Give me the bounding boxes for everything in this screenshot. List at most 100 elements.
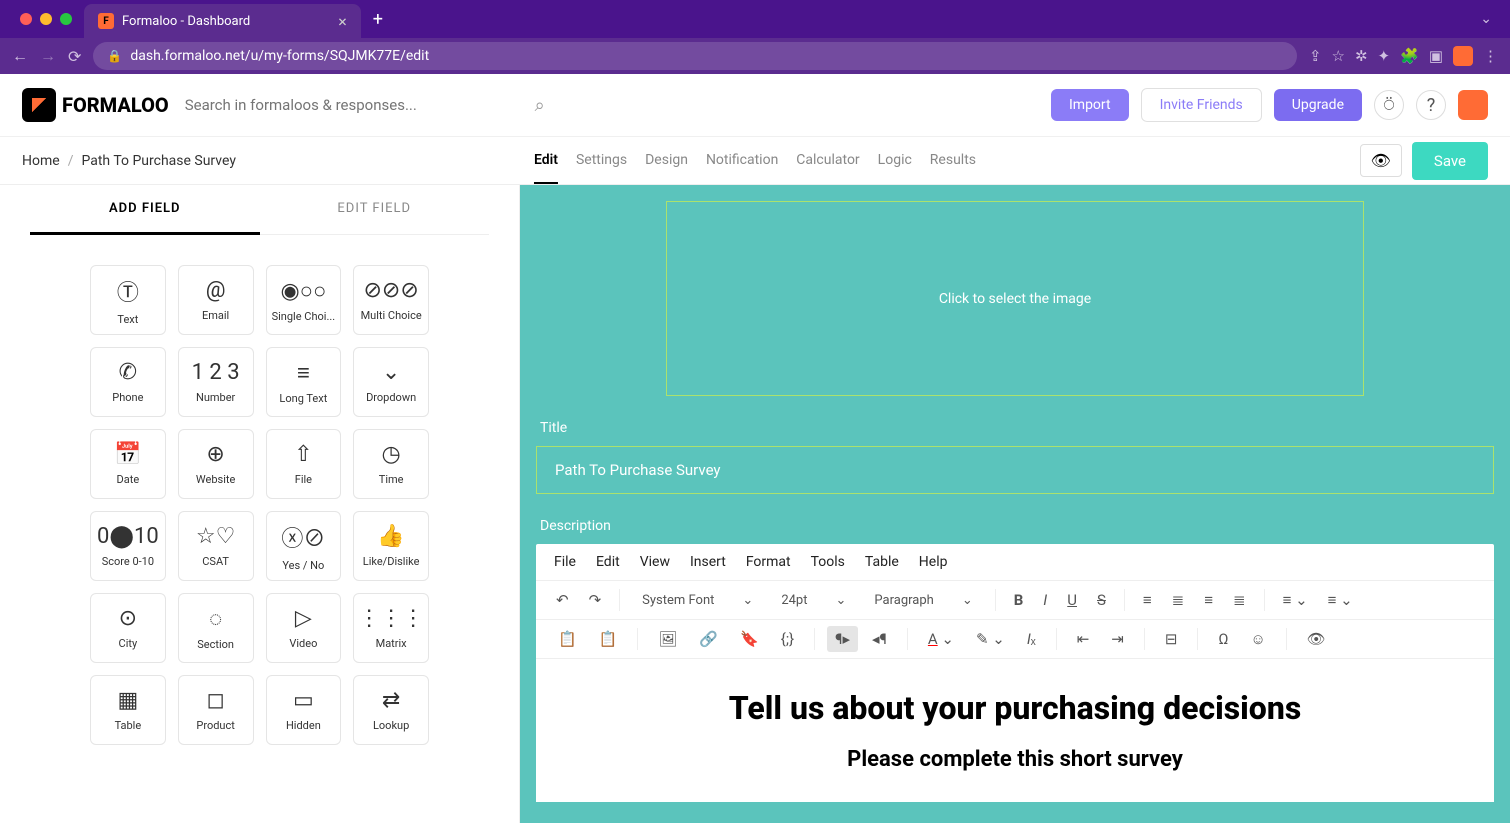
clear-format-icon[interactable]: Iₓ [1019,626,1044,652]
menu-tools[interactable]: Tools [811,554,845,570]
align-center-icon[interactable]: ≣ [1166,587,1191,613]
align-justify-icon[interactable]: ≣ [1227,587,1252,613]
ordered-list-icon[interactable]: ≡ ⌄ [1277,587,1314,613]
field-card-hidden[interactable]: ▭Hidden [266,675,342,745]
invite-button[interactable]: Invite Friends [1141,88,1262,122]
redo-icon[interactable]: ↷ [583,587,608,613]
undo-icon[interactable]: ↶ [550,587,575,613]
align-left-icon[interactable]: ≡ [1137,587,1158,613]
menu-help[interactable]: Help [919,554,948,570]
menu-file[interactable]: File [554,554,576,570]
new-tab-button[interactable]: + [361,9,395,30]
field-card-like-dislike[interactable]: 👍Like/Dislike [353,511,429,581]
window-close-icon[interactable] [20,13,32,25]
field-card-date[interactable]: 📅Date [90,429,166,499]
import-button[interactable]: Import [1051,89,1129,121]
field-card-file[interactable]: ⇧File [266,429,342,499]
avatar[interactable] [1458,90,1488,120]
field-card-long-text[interactable]: ≡Long Text [266,347,342,417]
pagebreak-icon[interactable]: ⊟ [1157,626,1186,652]
field-card-section[interactable]: ◌Section [178,593,254,663]
field-card-number[interactable]: 1 2 3Number [178,347,254,417]
field-card-phone[interactable]: ✆Phone [90,347,166,417]
paste-text-icon[interactable]: 📋 [591,626,626,652]
italic-icon[interactable]: I [1037,587,1053,613]
logo[interactable]: FORMALOO [22,88,169,122]
menu-edit[interactable]: Edit [596,554,620,570]
size-select[interactable]: 24pt⌄ [771,589,856,612]
share-icon[interactable]: ⇪ [1309,47,1322,65]
rtl-icon[interactable]: ◂¶ [864,626,895,652]
field-card-city[interactable]: ⊙City [90,593,166,663]
bookmark-icon[interactable]: 🔖 [732,626,767,652]
field-card-yes-no[interactable]: ⓧ⊘Yes / No [266,511,342,581]
menu-format[interactable]: Format [746,554,791,570]
image-icon[interactable]: 🖼 [650,626,685,652]
loading-icon[interactable]: ✲ [1355,47,1368,65]
field-card-lookup[interactable]: ⇄Lookup [353,675,429,745]
field-card-time[interactable]: ◷Time [353,429,429,499]
link-icon[interactable]: 🔗 [691,626,726,652]
field-card-dropdown[interactable]: ⌄Dropdown [353,347,429,417]
window-minimize-icon[interactable] [40,13,52,25]
tab-edit[interactable]: Edit [534,138,558,184]
editor-content[interactable]: Tell us about your purchasing decisions … [536,659,1494,802]
upgrade-button[interactable]: Upgrade [1274,89,1362,121]
field-card-text[interactable]: ⓉText [90,265,166,335]
menu-view[interactable]: View [640,554,670,570]
bullet-list-icon[interactable]: ≡ ⌄ [1322,587,1359,613]
preview-icon[interactable]: 👁 [1299,626,1334,652]
outdent-icon[interactable]: ⇤ [1069,626,1098,652]
tab-results[interactable]: Results [930,138,976,184]
field-card-matrix[interactable]: ⋮⋮⋮Matrix [353,593,429,663]
tab-calculator[interactable]: Calculator [796,138,859,184]
reload-button[interactable]: ⟳ [68,47,81,66]
image-dropzone[interactable]: Click to select the image [666,201,1364,396]
omega-icon[interactable]: Ω [1210,626,1236,652]
forward-button[interactable]: → [40,46,56,66]
menu-insert[interactable]: Insert [690,554,726,570]
highlight-icon[interactable]: ✎ ⌄ [968,626,1013,652]
tab-logic[interactable]: Logic [878,138,912,184]
text-color-icon[interactable]: A ⌄ [920,626,962,652]
style-select[interactable]: Paragraph⌄ [864,589,982,612]
user-icon[interactable]: ⍥ [1374,90,1404,120]
field-card-product[interactable]: ◻Product [178,675,254,745]
title-input[interactable] [536,446,1494,494]
field-card-multi-choice[interactable]: ⊘⊘⊘Multi Choice [353,265,429,335]
browser-tab[interactable]: F Formaloo - Dashboard × [84,4,361,38]
field-card-email[interactable]: @Email [178,265,254,335]
save-button[interactable]: Save [1412,142,1488,180]
menu-table[interactable]: Table [865,554,899,570]
underline-icon[interactable]: U [1061,587,1083,613]
field-card-score-0-10[interactable]: 0⬤10Score 0-10 [90,511,166,581]
preview-button[interactable]: 👁 [1360,144,1402,177]
search-icon[interactable]: ⌕ [535,95,545,116]
ltr-icon[interactable]: ¶▸ [827,626,858,652]
breadcrumb-home[interactable]: Home [22,153,60,169]
extensions-icon[interactable]: ✦ [1378,47,1391,65]
tab-settings[interactable]: Settings [576,138,627,184]
menu-icon[interactable]: ⋮ [1483,47,1498,65]
help-icon[interactable]: ? [1416,90,1446,120]
font-select[interactable]: System Font⌄ [632,589,763,612]
field-card-single-choi-[interactable]: ◉○○Single Choi... [266,265,342,335]
chevron-down-icon[interactable]: ⌄ [1480,11,1502,27]
field-card-csat[interactable]: ☆♡CSAT [178,511,254,581]
field-card-table[interactable]: ▦Table [90,675,166,745]
emoji-icon[interactable]: ☺ [1242,626,1273,652]
puzzle-icon[interactable]: 🧩 [1400,47,1419,65]
indent-icon[interactable]: ⇥ [1103,626,1132,652]
code-icon[interactable]: {;} [773,626,802,652]
tab-design[interactable]: Design [645,138,688,184]
window-maximize-icon[interactable] [60,13,72,25]
bold-icon[interactable]: B [1008,587,1030,613]
formaloo-ext-icon[interactable] [1453,46,1473,66]
tab-close-icon[interactable]: × [338,12,347,31]
strike-icon[interactable]: S [1091,587,1112,613]
sidebar-tab-edit[interactable]: EDIT FIELD [260,185,490,235]
align-right-icon[interactable]: ≡ [1198,587,1219,613]
panel-icon[interactable]: ▣ [1429,47,1443,65]
search-input[interactable] [185,96,535,114]
field-card-website[interactable]: ⊕Website [178,429,254,499]
